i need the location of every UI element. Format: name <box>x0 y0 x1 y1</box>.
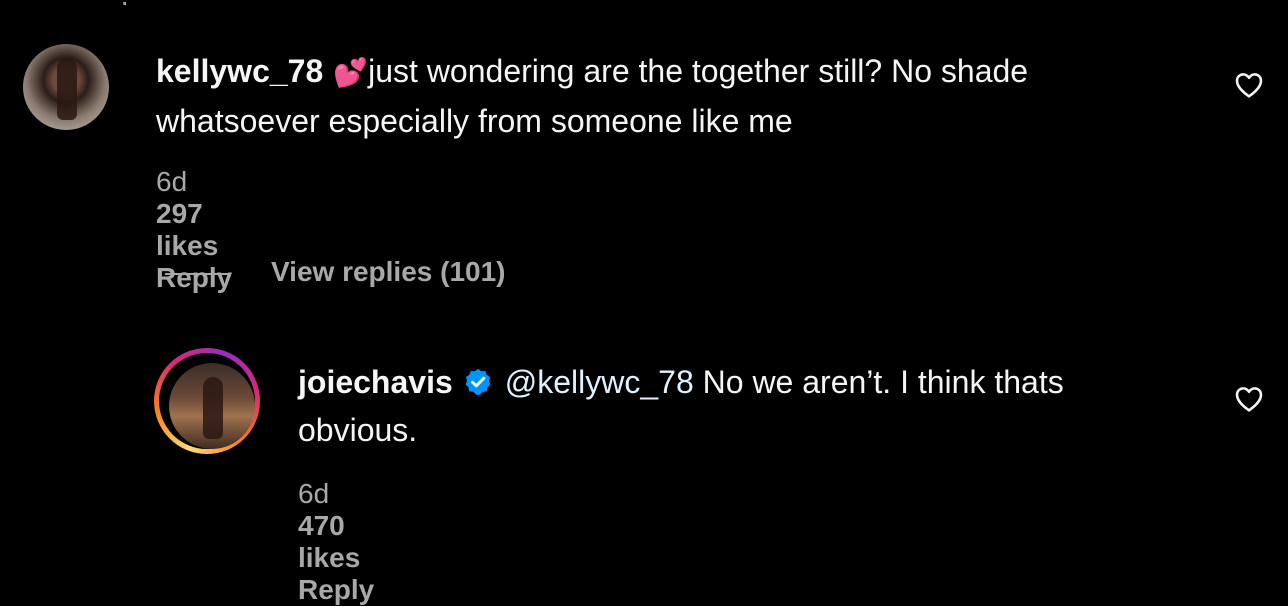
comment-body: joiechavis @kellywc_78 No we aren’t. I t… <box>298 358 1158 454</box>
comment-body: kellywc_78 💕just wondering are the togeth… <box>156 47 1136 145</box>
comment-username[interactable]: kellywc_78 <box>156 53 323 89</box>
view-replies-button[interactable]: View replies (101) <box>165 256 506 288</box>
avatar[interactable] <box>169 363 255 449</box>
avatar[interactable] <box>23 44 109 130</box>
comment-age: 6d <box>298 478 330 509</box>
comment-username[interactable]: joiechavis <box>298 364 453 400</box>
comment-meta: 6d 470 likes Reply <box>298 478 404 606</box>
story-ring-gap <box>159 353 255 449</box>
mention-link[interactable]: @kellywc_78 <box>505 364 694 400</box>
comment-age: 6d <box>156 166 188 197</box>
previous-comment-meta-fragment: · ʺ <box>120 0 154 17</box>
comment-likes[interactable]: 297 likes <box>156 198 232 262</box>
reply-button[interactable]: Reply <box>298 574 374 606</box>
avatar-photo-figure <box>203 377 223 439</box>
avatar-photo-figure <box>57 58 77 120</box>
comment-likes[interactable]: 470 likes <box>298 510 374 574</box>
view-replies-divider <box>165 272 231 275</box>
story-ring[interactable] <box>154 348 260 454</box>
heart-outline-icon[interactable] <box>1233 383 1265 415</box>
heart-outline-icon[interactable] <box>1233 69 1265 101</box>
view-replies-label: View replies (101) <box>271 256 506 287</box>
two-hearts-emoji-icon: 💕 <box>333 57 369 88</box>
verified-badge-icon <box>465 368 491 395</box>
